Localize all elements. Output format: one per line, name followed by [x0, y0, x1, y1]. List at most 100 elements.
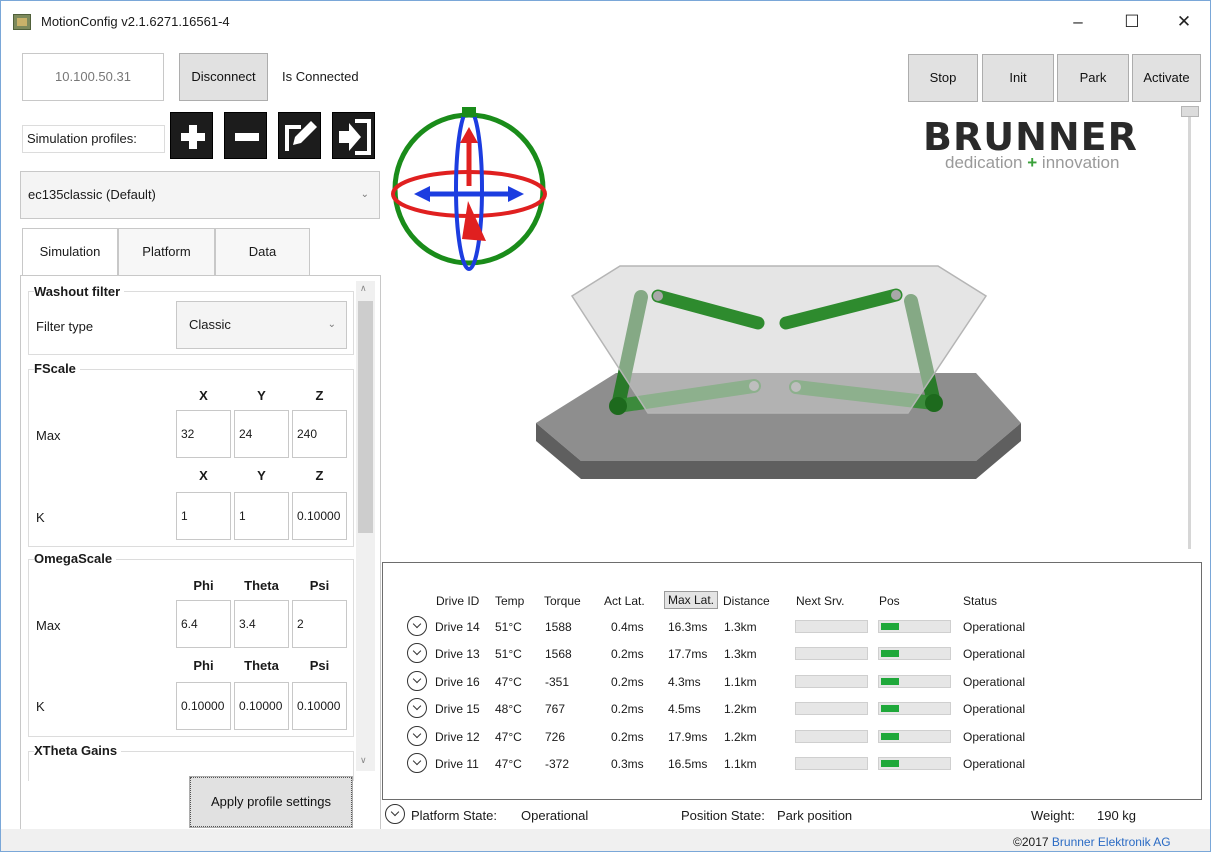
drive-row[interactable]: Drive 11 47°C -372 0.3ms 16.5ms 1.1km Operatio… [1, 753, 1211, 784]
disconnect-button[interactable]: Disconnect [179, 53, 268, 101]
col-next-srv: Next Srv. [796, 594, 845, 608]
drive-row[interactable]: Drive 16 47°C -351 0.2ms 4.3ms 1.1km Operation… [1, 670, 1211, 702]
drive-status-cell: Operational [963, 729, 1026, 744]
drive-max-lat-cell: 17.9ms [668, 729, 708, 744]
stop-button[interactable]: Stop [908, 54, 978, 102]
tab-platform[interactable]: Platform [118, 228, 215, 276]
fscale-k-header-x: X [199, 468, 208, 483]
drive-max-lat-cell: 16.5ms [668, 757, 708, 771]
drive-act-lat-cell: 0.2ms [611, 702, 644, 717]
drive-act-lat-cell: 0.2ms [611, 729, 644, 744]
scroll-thumb[interactable] [358, 301, 373, 533]
apply-profile-settings-button[interactable]: Apply profile settings [189, 776, 353, 828]
platform-state-label: Platform State: [411, 808, 497, 823]
drive-act-lat-cell: 0.4ms [611, 620, 644, 634]
maximize-button[interactable]: ☐ [1109, 7, 1155, 37]
omegascale-header-theta: Theta [244, 578, 279, 593]
expand-row-icon[interactable] [407, 616, 427, 636]
filter-type-select[interactable]: Classic ⌄ [176, 301, 347, 349]
orientation-gizmo-icon[interactable] [391, 107, 547, 271]
fscale-title: FScale [34, 361, 80, 376]
expand-row-icon[interactable] [407, 643, 427, 664]
copyright: ©2017 Brunner Elektronik AG [1013, 835, 1171, 849]
position-bar [878, 647, 951, 661]
profile-select-value: ec135classic (Default) [28, 187, 156, 202]
activate-button[interactable]: Activate [1132, 54, 1201, 102]
fscale-max-z-input[interactable]: 240 [292, 410, 347, 458]
drive-row[interactable]: Drive 14 51°C 1588 0.4ms 16.3ms 1.3km Operatio… [1, 616, 1211, 647]
motion-platform-3d-view[interactable] [386, 101, 1166, 561]
drive-temp-cell: 51°C [495, 620, 522, 634]
ip-address-field[interactable]: 10.100.50.31 [22, 53, 164, 101]
drive-row[interactable]: Drive 15 48°C 767 0.2ms 4.5ms 1.2km Operationa… [1, 698, 1211, 729]
drive-act-lat-cell: 0.3ms [611, 757, 644, 771]
col-max-lat[interactable]: Max Lat. [664, 591, 719, 609]
drive-status-cell: Operational [963, 620, 1026, 634]
fscale-header-y: Y [257, 388, 266, 403]
drive-max-lat-cell: 4.3ms [668, 674, 701, 689]
scroll-up-icon[interactable]: ∧ [360, 283, 367, 294]
expand-row-icon[interactable] [407, 698, 427, 719]
fscale-k-y-input[interactable]: 1 [234, 492, 289, 540]
position-bar [878, 729, 951, 743]
drive-max-lat-cell: 4.5ms [668, 702, 701, 717]
drive-act-lat-cell: 0.2ms [611, 647, 644, 662]
next-service-bar [795, 757, 868, 770]
drive-temp-cell: 47°C [495, 674, 522, 689]
drive-temp-cell: 47°C [495, 757, 522, 771]
remove-profile-button[interactable] [224, 112, 267, 159]
drive-status-cell: Operational [963, 674, 1026, 689]
chevron-down-icon: ⌄ [360, 189, 369, 200]
park-button[interactable]: Park [1057, 54, 1129, 102]
drive-distance-cell: 1.1km [724, 757, 757, 771]
app-window: MotionConfig v2.1.6271.16561-4 – ☐ ✕ 10.… [0, 0, 1211, 852]
expand-row-icon[interactable] [407, 725, 427, 746]
fscale-header-x: X [199, 388, 208, 403]
window-title: MotionConfig v2.1.6271.16561-4 [41, 14, 230, 29]
simulation-profiles-label: Simulation profiles: [22, 125, 165, 153]
add-profile-button[interactable] [170, 112, 213, 159]
fscale-k-header-z: Z [315, 468, 324, 483]
position-bar [878, 620, 951, 633]
platform-state-value: Operational [521, 808, 589, 823]
drive-torque-cell: 1588 [545, 620, 572, 634]
view-slider-thumb[interactable] [1181, 106, 1199, 117]
omegascale-title: OmegaScale [34, 551, 117, 566]
platform-expand-icon[interactable] [385, 804, 405, 824]
position-bar-fill [881, 705, 899, 713]
drive-id-cell: Drive 16 [435, 674, 480, 689]
edit-profile-button[interactable] [278, 112, 321, 159]
minimize-button[interactable]: – [1055, 7, 1101, 37]
init-button[interactable]: Init [982, 54, 1054, 102]
title-bar: MotionConfig v2.1.6271.16561-4 – ☐ ✕ [1, 1, 1210, 43]
drive-id-cell: Drive 11 [435, 757, 479, 771]
omegascale-header-phi: Phi [193, 578, 214, 593]
fscale-k-x-input[interactable]: 1 [176, 492, 231, 540]
washout-filter-title: Washout filter [34, 284, 125, 299]
fscale-max-y-input[interactable]: 24 [234, 410, 289, 458]
view-slider-track[interactable] [1188, 113, 1191, 549]
drive-status-cell: Operational [963, 757, 1026, 771]
export-profile-button[interactable] [332, 112, 375, 159]
weight-label: Weight: [1031, 808, 1075, 823]
drive-distance-cell: 1.3km [724, 620, 757, 634]
col-distance: Distance [723, 594, 770, 608]
position-bar [878, 757, 951, 770]
drive-distance-cell: 1.1km [724, 674, 757, 689]
fscale-max-x-input[interactable]: 32 [176, 410, 231, 458]
fscale-k-z-input[interactable]: 0.10000 [292, 492, 347, 540]
company-link[interactable]: Brunner Elektronik AG [1052, 835, 1171, 849]
expand-row-icon[interactable] [407, 670, 427, 691]
close-button[interactable]: ✕ [1161, 7, 1207, 37]
profile-select[interactable]: ec135classic (Default) ⌄ [20, 171, 380, 219]
tab-simulation[interactable]: Simulation [22, 228, 118, 276]
drive-id-cell: Drive 15 [435, 702, 480, 717]
drive-row[interactable]: Drive 12 47°C 726 0.2ms 17.9ms 1.2km Operation… [1, 725, 1211, 757]
drive-temp-cell: 47°C [495, 729, 522, 744]
expand-row-icon[interactable] [407, 753, 427, 773]
export-icon [339, 119, 371, 155]
tab-data[interactable]: Data [215, 228, 310, 276]
drive-row[interactable]: Drive 13 51°C 1568 0.2ms 17.7ms 1.3km Operatio… [1, 643, 1211, 674]
position-bar-fill [881, 650, 899, 658]
next-service-bar [795, 620, 868, 633]
